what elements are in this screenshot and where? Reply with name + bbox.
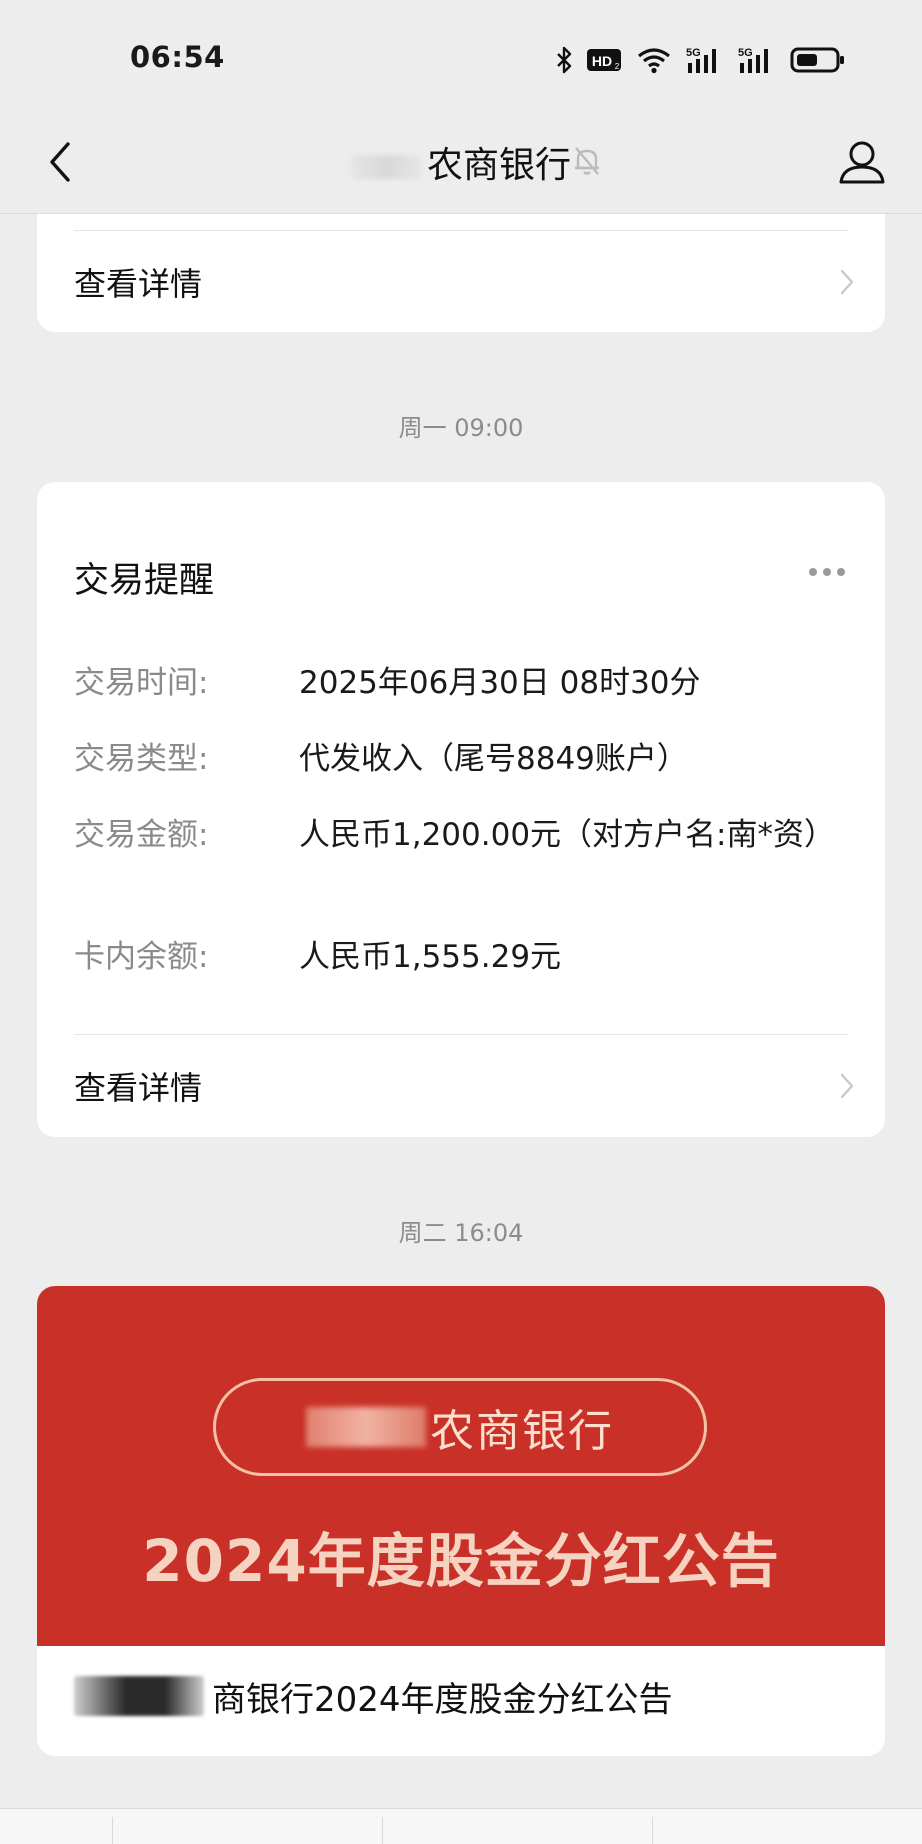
svg-text:5G: 5G [738, 47, 753, 59]
banner-bank-name: 农商银行 [430, 1406, 614, 1457]
view-details-row[interactable]: 查看详情 [74, 1056, 855, 1116]
transaction-alert-card[interactable]: 交易提醒 交易时间: 2025年06月30日 08时30分 交易类型: 代发收入… [37, 482, 885, 1137]
banner-bank-pill: 农商银行 [213, 1378, 707, 1476]
chat-page: 06:54 HD 2 5G 5G 农商银行 查看详情 周一 09:00 交易提醒… [0, 0, 922, 1844]
view-details-row[interactable]: 查看详情 [74, 252, 855, 312]
signal-5g-icon: 5G [738, 45, 776, 75]
banner-heading: 2024年度股金分红公告 [142, 1527, 780, 1595]
menu-separator [112, 1817, 113, 1844]
person-icon [839, 141, 885, 184]
bluetooth-icon [556, 46, 572, 74]
battery-icon [790, 46, 846, 74]
page-title: 农商银行 [0, 136, 922, 188]
view-details-label: 查看详情 [74, 1069, 203, 1107]
status-icons: HD 2 5G 5G [556, 44, 846, 76]
wifi-icon [636, 46, 672, 74]
redacted-text [306, 1407, 426, 1447]
profile-button[interactable] [832, 132, 892, 192]
time-separator: 周二 16:04 [398, 1219, 524, 1247]
menu-separator [652, 1817, 653, 1844]
announcement-banner-image: 农商银行 2024年度股金分红公告 [37, 1286, 885, 1646]
nav-bar: 农商银行 [0, 110, 922, 214]
redacted-text [74, 1676, 204, 1716]
tx-key: 交易金额: [74, 817, 209, 853]
chevron-right-icon [840, 269, 854, 295]
tx-row-amount: 交易金额: 人民币1,200.00元（对方户名:南*资） [74, 812, 845, 858]
tx-row-type: 交易类型: 代发收入（尾号8849账户） [74, 736, 845, 782]
divider [74, 1034, 848, 1035]
bottom-menu-bar [0, 1808, 922, 1844]
status-time: 06:54 [130, 40, 225, 74]
chevron-right-icon [840, 1073, 854, 1099]
view-details-label: 查看详情 [74, 265, 203, 303]
announcement-card[interactable]: 农商银行 2024年度股金分红公告 商银行2024年度股金分红公告 [37, 1286, 885, 1756]
tx-row-time: 交易时间: 2025年06月30日 08时30分 [74, 660, 845, 706]
tx-key: 卡内余额: [74, 939, 209, 975]
svg-text:HD: HD [592, 53, 612, 69]
hd-icon: HD 2 [586, 47, 622, 73]
message-card-previous: 查看详情 [37, 214, 885, 332]
tx-key: 交易类型: [74, 741, 209, 777]
tx-value: 人民币1,200.00元（对方户名:南*资） [299, 817, 835, 853]
bell-muted-icon [570, 144, 604, 182]
menu-separator [382, 1817, 383, 1844]
redacted-text [350, 155, 421, 179]
time-separator: 周一 09:00 [398, 414, 524, 442]
card-title: 交易提醒 [74, 561, 215, 601]
tx-row-balance: 卡内余额: 人民币1,555.29元 [74, 934, 845, 980]
tx-value: 2025年06月30日 08时30分 [299, 665, 701, 701]
signal-5g-icon: 5G [686, 45, 724, 75]
more-options-icon[interactable] [809, 568, 845, 576]
svg-text:2: 2 [615, 62, 620, 71]
tx-value: 人民币1,555.29元 [299, 939, 562, 975]
announcement-caption: 商银行2024年度股金分红公告 [74, 1666, 673, 1726]
announcement-caption-text: 商银行2024年度股金分红公告 [212, 1679, 673, 1720]
divider [74, 230, 848, 231]
svg-text:5G: 5G [686, 47, 701, 59]
tx-key: 交易时间: [74, 665, 209, 701]
status-bar: 06:54 HD 2 5G 5G [0, 0, 922, 110]
tx-value: 代发收入（尾号8849账户） [299, 741, 688, 777]
page-title-text: 农商银行 [426, 145, 571, 186]
